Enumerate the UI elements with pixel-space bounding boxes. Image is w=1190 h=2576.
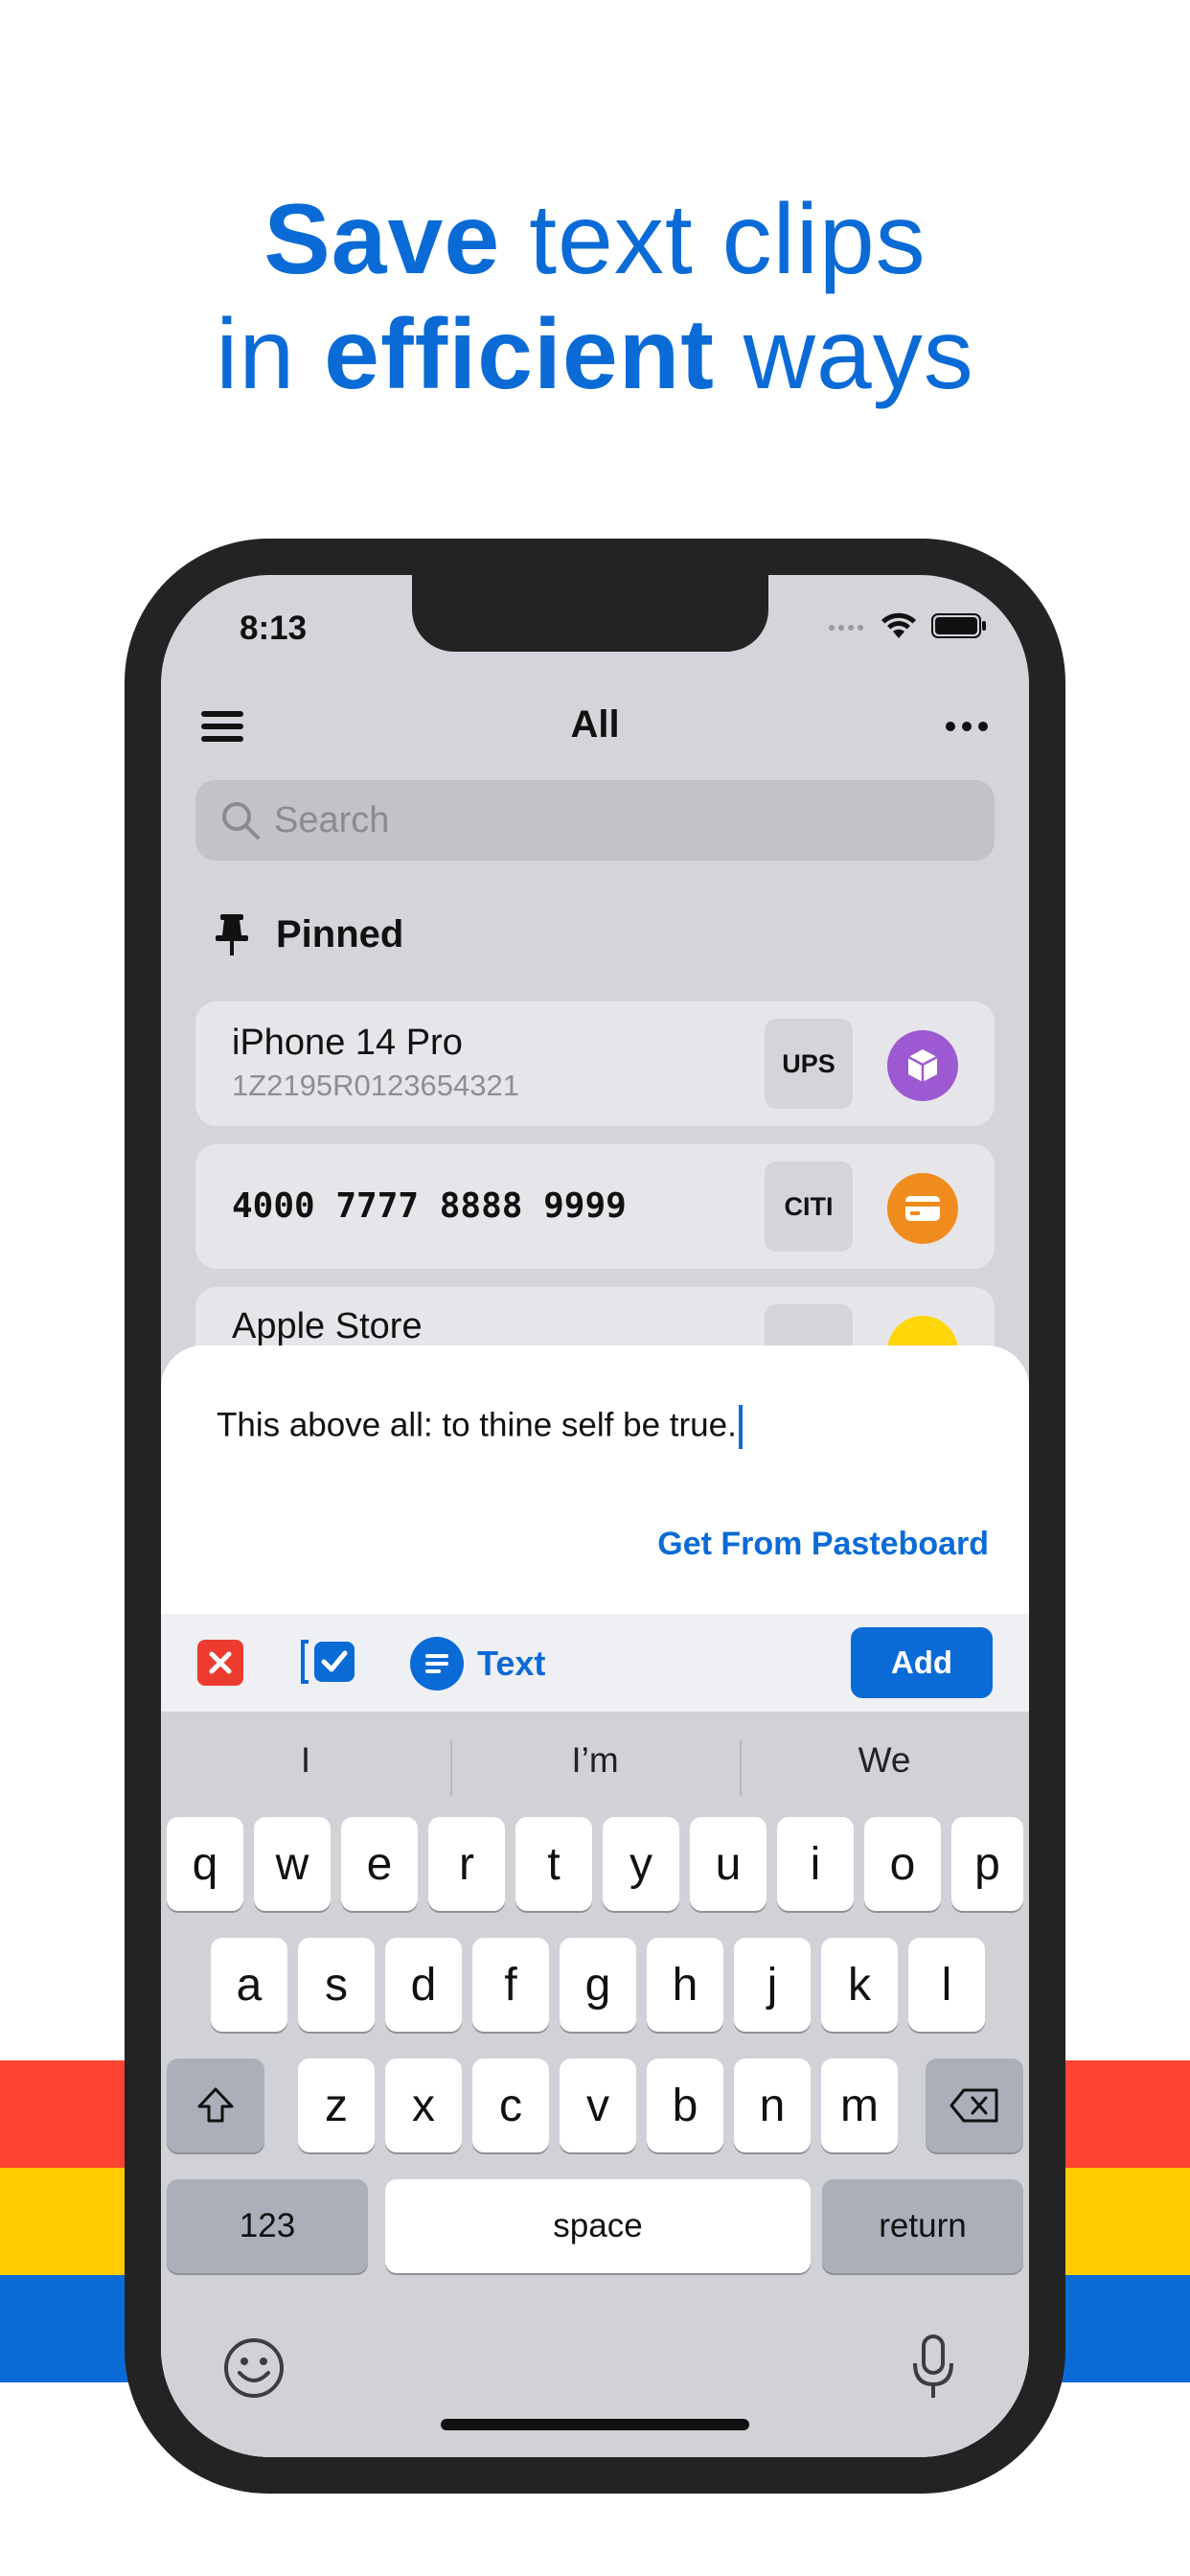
text-type-icon (410, 1637, 464, 1690)
prediction-1[interactable]: I (161, 1740, 450, 1781)
wifi-icon (881, 612, 916, 638)
notch (412, 575, 768, 652)
clip-subtitle: 1Z2195R0123654321 (232, 1069, 519, 1102)
prediction-2[interactable]: I’m (450, 1740, 740, 1781)
pinned-label: Pinned (276, 912, 404, 955)
key-x[interactable]: x (385, 2058, 462, 2152)
key-j[interactable]: j (734, 1938, 811, 2032)
clip-tag-citi: CITI (765, 1162, 853, 1252)
pinned-section-header: Pinned (213, 912, 403, 956)
key-f[interactable]: f (472, 1938, 549, 2032)
package-icon (887, 1030, 958, 1101)
status-time: 8:13 (240, 610, 308, 647)
clip-row-card[interactable]: 4000 7777 8888 9999 CITI (195, 1144, 995, 1269)
search-field[interactable]: Search (195, 780, 995, 861)
key-p[interactable]: p (951, 1817, 1023, 1911)
add-button[interactable]: Add (851, 1627, 993, 1698)
key-s[interactable]: s (298, 1938, 375, 2032)
key-q[interactable]: q (167, 1817, 243, 1911)
key-m[interactable]: m (821, 2058, 898, 2152)
search-placeholder: Search (274, 799, 390, 840)
clip-row-iphone[interactable]: iPhone 14 Pro 1Z2195R0123654321 UPS (195, 1001, 995, 1126)
editor-toolbar: Text Add (161, 1614, 1029, 1712)
delete-key[interactable] (926, 2058, 1023, 2152)
headline: Save text clips in efficient ways (0, 182, 1190, 412)
page-title: All (570, 703, 620, 746)
headline-rest-1: text clips (500, 184, 927, 295)
clip-type-selector[interactable]: Text (410, 1637, 545, 1690)
clip-text-input[interactable]: This above all: to thine self be true. (217, 1405, 743, 1449)
headline-line-1: Save text clips (0, 182, 1190, 297)
prediction-3[interactable]: We (740, 1740, 1029, 1781)
space-key[interactable]: space (385, 2179, 811, 2273)
pin-icon (216, 914, 248, 955)
battery-icon (931, 613, 986, 638)
key-i[interactable]: i (777, 1817, 854, 1911)
key-b[interactable]: b (647, 2058, 723, 2152)
search-icon (222, 802, 260, 840)
key-e[interactable]: e (341, 1817, 418, 1911)
clip-text-value: This above all: to thine self be true. (217, 1406, 737, 1444)
key-v[interactable]: v (560, 2058, 636, 2152)
more-options-icon[interactable] (943, 707, 991, 746)
clip-tag-ups: UPS (765, 1019, 853, 1109)
clip-title: 4000 7777 8888 9999 (232, 1186, 627, 1226)
key-g[interactable]: g (560, 1938, 636, 2032)
credit-card-icon (887, 1173, 958, 1244)
headline-bold-save: Save (263, 184, 501, 295)
prediction-bar: I I’m We (161, 1712, 1029, 1811)
key-w[interactable]: w (254, 1817, 331, 1911)
key-c[interactable]: c (472, 2058, 549, 2152)
clip-type-label: Text (477, 1644, 546, 1683)
key-d[interactable]: d (385, 1938, 462, 2032)
emoji-icon[interactable] (222, 2336, 286, 2404)
status-icons (828, 611, 987, 640)
key-l[interactable]: l (908, 1938, 985, 2032)
key-n[interactable]: n (734, 2058, 811, 2152)
phone-frame: 8:13 All Search Pinned iPhone 14 Pro 1Z2… (125, 539, 1065, 2494)
numbers-key[interactable]: 123 (167, 2179, 368, 2273)
get-from-pasteboard-button[interactable]: Get From Pasteboard (657, 1526, 989, 1563)
text-cursor (738, 1405, 743, 1449)
signal-icon (829, 625, 863, 631)
headline-rest-2: ways (714, 299, 974, 410)
clip-title: Apple Store (232, 1306, 423, 1346)
key-y[interactable]: y (603, 1817, 679, 1911)
key-o[interactable]: o (864, 1817, 941, 1911)
key-t[interactable]: t (515, 1817, 592, 1911)
key-k[interactable]: k (821, 1938, 898, 2032)
phone-screen: 8:13 All Search Pinned iPhone 14 Pro 1Z2… (161, 575, 1029, 2457)
shift-icon (197, 2087, 234, 2123)
home-indicator (441, 2419, 749, 2430)
keyboard: I I’m We q w e r t y u i o p a s d f g h… (161, 1712, 1029, 2457)
headline-start-2: in (216, 299, 325, 410)
headline-line-2: in efficient ways (0, 297, 1190, 412)
key-r[interactable]: r (428, 1817, 505, 1911)
backspace-icon (950, 2088, 998, 2123)
pin-toggle-checkbox-icon[interactable] (299, 1638, 356, 1686)
key-h[interactable]: h (647, 1938, 723, 2032)
key-a[interactable]: a (211, 1938, 287, 2032)
clip-title: iPhone 14 Pro (232, 1023, 463, 1063)
key-u[interactable]: u (690, 1817, 767, 1911)
return-key[interactable]: return (822, 2179, 1023, 2273)
navbar: All (161, 690, 1029, 767)
discard-icon[interactable] (197, 1640, 243, 1686)
shift-key[interactable] (167, 2058, 264, 2152)
clip-editor-sheet: This above all: to thine self be true. G… (161, 1346, 1029, 2457)
key-z[interactable]: z (298, 2058, 375, 2152)
microphone-icon[interactable] (910, 2333, 956, 2406)
headline-bold-efficient: efficient (324, 299, 715, 410)
